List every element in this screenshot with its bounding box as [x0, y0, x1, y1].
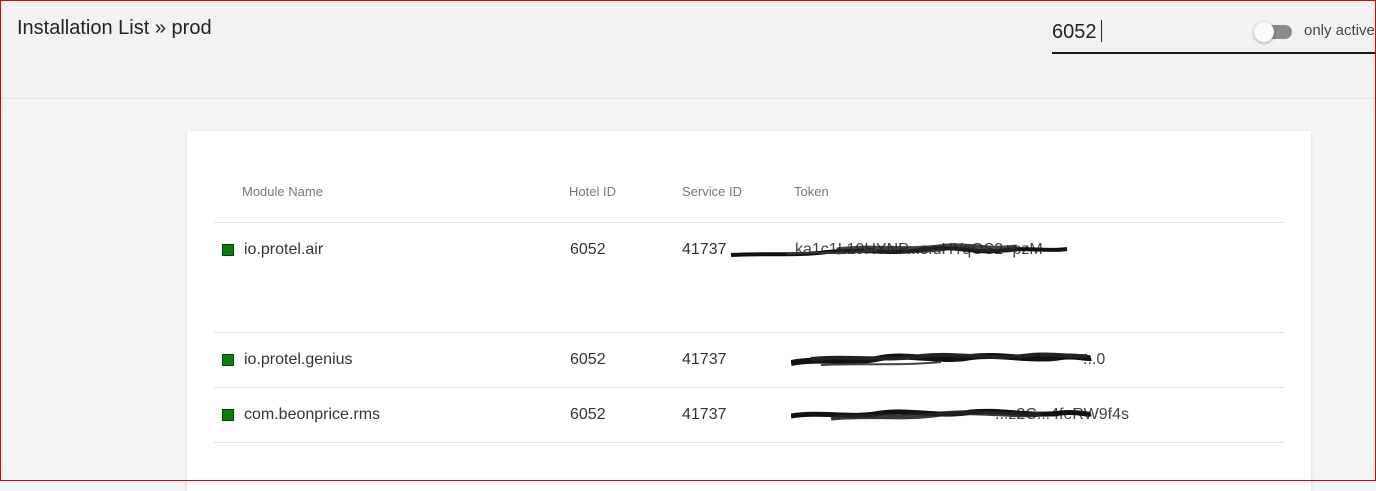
hotel-id: 6052: [570, 351, 606, 368]
module-name: io.protel.genius: [244, 351, 353, 368]
only-active-toggle[interactable]: [1254, 22, 1296, 42]
column-header-module-name[interactable]: Module Name: [242, 184, 323, 199]
service-id: 41737: [682, 241, 727, 258]
row-divider: [214, 332, 1284, 333]
module-name: io.protel.air: [244, 241, 324, 258]
toggle-thumb: [1254, 22, 1274, 42]
module-name: com.beonprice.rms: [244, 406, 381, 423]
status-square-icon: [222, 409, 234, 421]
column-header-token[interactable]: Token: [794, 184, 829, 199]
header-divider: [214, 222, 1284, 223]
redaction-scribble: [730, 243, 1068, 257]
token-cell: ...0: [791, 351, 1105, 373]
search-input[interactable]: [1052, 18, 1252, 46]
text-caret: [1101, 20, 1102, 42]
status-square-icon: [222, 354, 234, 366]
row-divider: [214, 442, 1284, 443]
hotel-id: 6052: [570, 241, 606, 258]
redaction-scribble: [791, 408, 1092, 421]
service-id: 41737: [682, 351, 727, 368]
column-header-hotel-id[interactable]: Hotel ID: [569, 184, 616, 199]
redaction-scribble: [791, 352, 1092, 366]
only-active-label: only active: [1304, 22, 1375, 39]
app-header: Installation List » prod only active: [0, 0, 1376, 99]
column-header-service-id[interactable]: Service ID: [682, 184, 742, 199]
service-id: 41737: [682, 406, 727, 423]
token-cell: ...z2C...4feRW9f4s: [791, 406, 1129, 428]
installation-table-card: Module Name Hotel ID Service ID Token io…: [187, 131, 1311, 491]
page-title: Installation List » prod: [17, 17, 212, 39]
token-cell: ka1c1L19HYNP...s.uHYqOS2+pzM: [730, 241, 1095, 263]
hotel-id: 6052: [570, 406, 606, 423]
status-square-icon: [222, 244, 234, 256]
row-divider: [214, 387, 1284, 388]
